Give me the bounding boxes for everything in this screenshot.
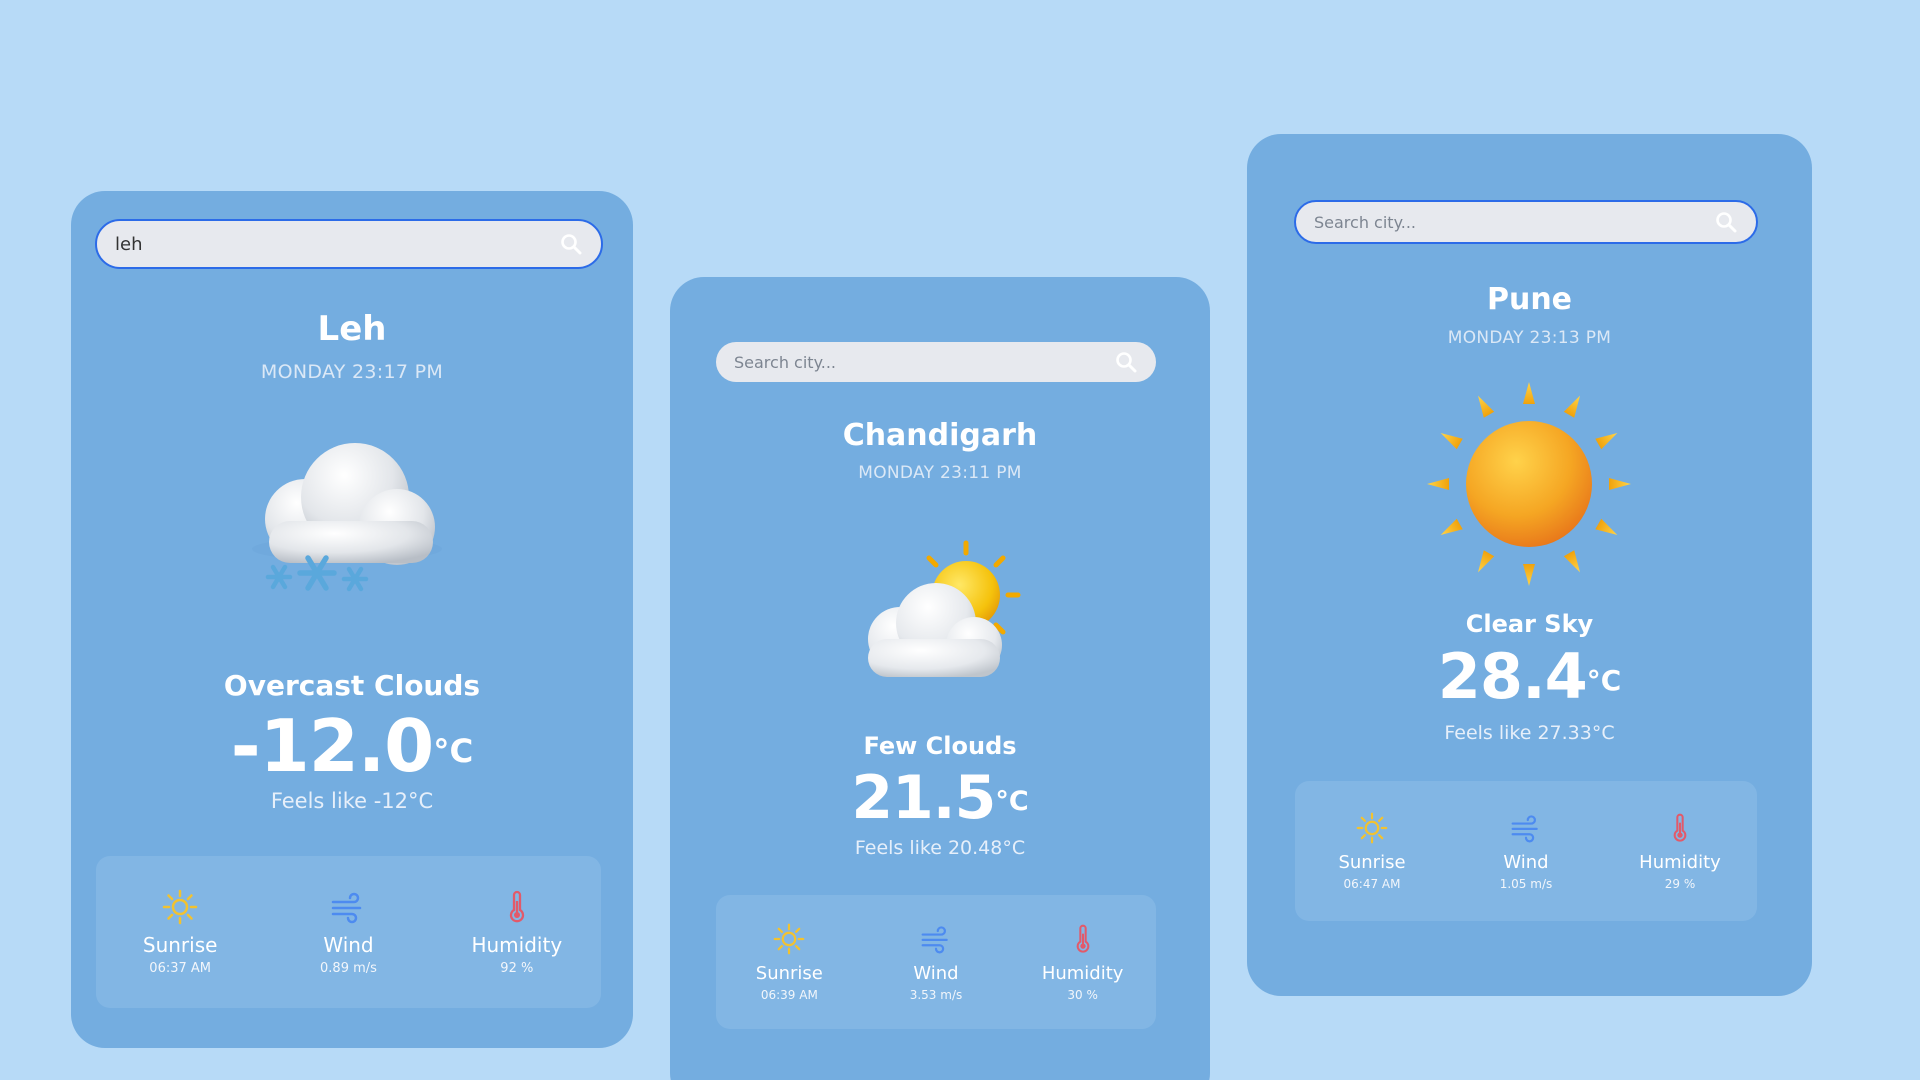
- temperature-value: 21.5: [851, 763, 996, 833]
- search-bar: [95, 219, 603, 269]
- humidity-value: 29 %: [1664, 876, 1696, 891]
- humidity-label: Humidity: [1639, 851, 1721, 873]
- search-input[interactable]: [115, 233, 559, 255]
- city-name: Chandigarh: [842, 418, 1038, 453]
- search-input[interactable]: [734, 352, 1114, 372]
- city-name: Pune: [1486, 282, 1573, 317]
- weather-stats: Sunrise 06:47 AM Wind 1.05 m/s Humidity …: [1295, 781, 1757, 921]
- temperature-unit: °C: [1586, 664, 1622, 698]
- stat-sunrise: Sunrise 06:47 AM: [1296, 812, 1448, 891]
- search-icon[interactable]: [1114, 350, 1138, 374]
- stat-sunrise: Sunrise 06:37 AM: [97, 889, 264, 976]
- wind-label: Wind: [323, 932, 374, 957]
- sunrise-value: 06:39 AM: [760, 987, 818, 1002]
- partly-cloudy-icon: [868, 540, 1021, 677]
- humidity-value: 92 %: [500, 960, 534, 976]
- sunrise-label: Sunrise: [1338, 851, 1406, 873]
- temperature-unit: °C: [995, 786, 1029, 818]
- feels-like: Feels like 27.33°C: [1444, 722, 1615, 744]
- stat-wind: Wind 0.89 m/s: [265, 889, 432, 976]
- wind-label: Wind: [1503, 851, 1549, 873]
- weather-stats: Sunrise 06:39 AM Wind 3.53 m/s Humidity …: [716, 895, 1156, 1029]
- sunrise-value: 06:37 AM: [149, 960, 212, 976]
- humidity-value: 30 %: [1067, 987, 1098, 1002]
- stat-humidity: Humidity 30 %: [1010, 923, 1155, 1002]
- temperature-unit: °C: [433, 731, 474, 770]
- wind-value: 1.05 m/s: [1499, 876, 1553, 891]
- feels-like: Feels like -12°C: [270, 789, 434, 813]
- weather-card-chandigarh: Chandigarh MONDAY 23:11 PM: [670, 277, 1210, 1080]
- thermometer-icon: [1076, 924, 1089, 953]
- wind-icon: [332, 892, 362, 923]
- date-time: MONDAY 23:11 PM: [858, 463, 1022, 483]
- weather-card-leh: Leh MONDAY 23:17 PM: [71, 191, 633, 1048]
- weather-card-pune: Pune MONDAY 23:13 PM: [1247, 134, 1812, 996]
- snow-cloud-icon: [252, 443, 442, 592]
- stat-sunrise: Sunrise 06:39 AM: [717, 923, 862, 1002]
- sunrise-icon: [773, 923, 805, 954]
- date-time: MONDAY 23:17 PM: [260, 361, 444, 383]
- sunrise-icon: [162, 889, 198, 924]
- temperature-value: -12.0: [230, 704, 435, 788]
- sunrise-label: Sunrise: [142, 932, 218, 957]
- date-time: MONDAY 23:13 PM: [1447, 328, 1612, 348]
- temperature: 21.5°C: [670, 753, 1210, 843]
- search-bar: [1294, 200, 1758, 244]
- sunrise-label: Sunrise: [755, 962, 823, 984]
- temperature: -12.0°C: [71, 691, 633, 801]
- thermometer-icon: [509, 890, 524, 922]
- thermometer-icon: [1673, 813, 1687, 842]
- stat-wind: Wind 3.53 m/s: [863, 923, 1008, 1002]
- city-name: Leh: [317, 309, 387, 349]
- wind-value: 0.89 m/s: [320, 960, 377, 976]
- weather-app-stage: Leh MONDAY 23:17 PM: [0, 0, 1920, 1080]
- weather-stats: Sunrise 06:37 AM Wind 0.89 m/s Humidity …: [96, 856, 601, 1008]
- sunrise-value: 06:47 AM: [1343, 876, 1401, 891]
- wind-icon: [921, 925, 948, 953]
- temperature-value: 28.4: [1437, 640, 1588, 713]
- sunrise-icon: [1356, 812, 1388, 843]
- sun-icon: [1427, 382, 1631, 586]
- humidity-label: Humidity: [471, 932, 563, 957]
- temperature: 28.4°C: [1247, 630, 1812, 724]
- search-bar: [716, 342, 1156, 382]
- feels-like: Feels like 20.48°C: [854, 837, 1026, 859]
- stat-humidity: Humidity 29 %: [1604, 812, 1756, 891]
- humidity-label: Humidity: [1041, 962, 1124, 984]
- wind-label: Wind: [913, 962, 959, 984]
- wind-value: 3.53 m/s: [909, 987, 963, 1002]
- search-icon[interactable]: [559, 232, 583, 256]
- search-icon[interactable]: [1714, 210, 1738, 234]
- wind-icon: [1511, 814, 1538, 842]
- search-input[interactable]: [1314, 212, 1714, 232]
- stat-humidity: Humidity 92 %: [434, 889, 601, 976]
- stat-wind: Wind 1.05 m/s: [1450, 812, 1602, 891]
